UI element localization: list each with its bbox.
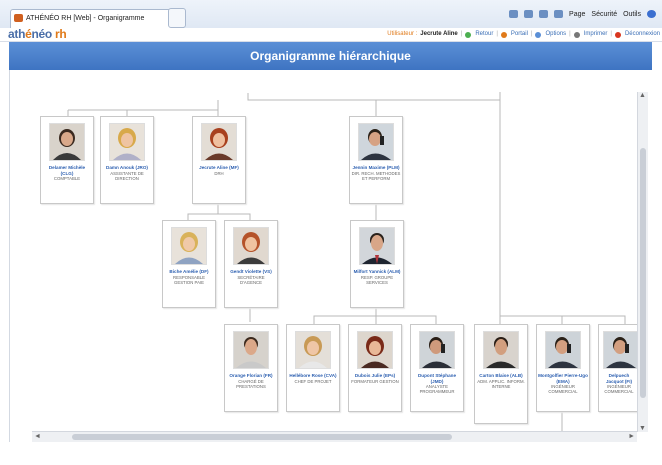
employee-role: INGÉNIEUR COMMERCIAL <box>548 384 578 395</box>
horizontal-scrollbar[interactable]: ◄ ► <box>32 431 637 442</box>
employee-card[interactable]: Damn Anouk (JRO) ASSISTANTE DE DIRECTION <box>100 116 154 204</box>
employee-name: Biche Amélie (DF) <box>169 269 209 274</box>
employee-card[interactable]: Dupont Stéphane (JMD) ANALYSTE PROGRAMME… <box>410 324 464 412</box>
employee-name: Hellébore Rose (CVA) <box>289 373 337 378</box>
employee-card[interactable]: Montgolfier Pierre-Ugo (EMA) INGÉNIEUR C… <box>536 324 590 412</box>
employee-role: ADM. APPLIC. INFORM. INTERNE <box>477 378 525 389</box>
employee-role: CHEF DE PROJET <box>294 378 332 384</box>
employee-card[interactable]: Dubois Julie (EPs) FORMATEUR GESTION <box>348 324 402 412</box>
man-phone-photo <box>419 331 455 369</box>
woman-red-photo <box>201 123 237 161</box>
man-phone-photo <box>603 331 639 369</box>
employee-role: FORMATEUR GESTION <box>351 378 399 384</box>
vertical-scroll-thumb[interactable] <box>640 148 646 398</box>
employee-name: Delamer Michèle (CLG) <box>48 165 86 176</box>
woman-blond-photo <box>109 123 145 161</box>
employee-card[interactable]: Delpuech Jacquot (FI) INGÉNIEUR COMMERCI… <box>598 324 640 412</box>
employee-role: COMPTABLE <box>53 176 81 182</box>
employee-name: Dubois Julie (EPs) <box>354 373 396 378</box>
employee-card[interactable]: Carton Blaise (ALB) ADM. APPLIC. INFORM.… <box>474 324 528 424</box>
woman-dark-photo <box>49 123 85 161</box>
status-area <box>0 446 662 465</box>
employee-role: RESP. GROUPE SERVICES <box>360 274 394 285</box>
woman-blond-photo <box>171 227 207 265</box>
employee-role: INGÉNIEUR COMMERCIAL <box>604 384 634 395</box>
employee-card[interactable]: Hellébore Rose (CVA) CHEF DE PROJET <box>286 324 340 412</box>
man-phone-photo <box>545 331 581 369</box>
man-smile-photo <box>483 331 519 369</box>
employee-name: Orange Florian (FR) <box>229 373 273 378</box>
scroll-right-icon[interactable]: ► <box>628 432 635 442</box>
vertical-scrollbar[interactable]: ▲ ▼ <box>637 92 648 432</box>
man-young-photo <box>233 331 269 369</box>
man-suit-photo <box>359 227 395 265</box>
man-phone-photo <box>358 123 394 161</box>
employee-name: Dupont Stéphane (JMD) <box>417 373 457 384</box>
employee-name: Gendt Violette (VS) <box>230 269 272 274</box>
scroll-down-icon[interactable]: ▼ <box>639 425 646 432</box>
employee-card[interactable]: Biche Amélie (DF) RESPONSABLE GESTION PA… <box>162 220 216 308</box>
employee-card[interactable]: Jecrute Aline (MF) DRH <box>192 116 246 204</box>
employee-name: Delpuech Jacquot (FI) <box>605 373 633 384</box>
employee-card[interactable]: Gendt Violette (VS) SECRÉTAIRE D'AGENCE <box>224 220 278 308</box>
employee-name: Montgolfier Pierre-Ugo (EMA) <box>538 373 588 384</box>
woman-red-photo <box>357 331 393 369</box>
employee-name: Milfort Yannick (ALM) <box>353 269 401 274</box>
employee-role: DRH <box>214 170 224 176</box>
scroll-left-icon[interactable]: ◄ <box>34 432 41 442</box>
employee-name: Jecrute Aline (MF) <box>199 165 239 170</box>
employee-name: Damn Anouk (JRO) <box>106 165 148 170</box>
scroll-up-icon[interactable]: ▲ <box>639 92 646 99</box>
employee-role: CHARGÉ DE PRESTATIONS <box>236 378 266 389</box>
employee-role: RESPONSABLE GESTION PAIE <box>173 274 205 285</box>
woman-blond-photo <box>295 331 331 369</box>
employee-name: Jennin Maxime (PLM) <box>352 165 400 170</box>
employee-card[interactable]: Orange Florian (FR) CHARGÉ DE PRESTATION… <box>224 324 278 412</box>
employee-role: SECRÉTAIRE D'AGENCE <box>237 274 265 285</box>
employee-name: Carton Blaise (ALB) <box>479 373 523 378</box>
employee-role: DIR. RECH. METHODES ET PERFORM <box>351 170 401 181</box>
employee-card[interactable]: Jennin Maxime (PLM) DIR. RECH. METHODES … <box>349 116 403 204</box>
employee-card[interactable]: Milfort Yannick (ALM) RESP. GROUPE SERVI… <box>350 220 404 308</box>
employee-card[interactable]: Delamer Michèle (CLG) COMPTABLE <box>40 116 94 204</box>
horizontal-scroll-thumb[interactable] <box>72 434 452 440</box>
employee-role: ANALYSTE PROGRAMMEUR <box>419 384 455 395</box>
employee-role: ASSISTANTE DE DIRECTION <box>110 170 144 181</box>
woman-red-photo <box>233 227 269 265</box>
